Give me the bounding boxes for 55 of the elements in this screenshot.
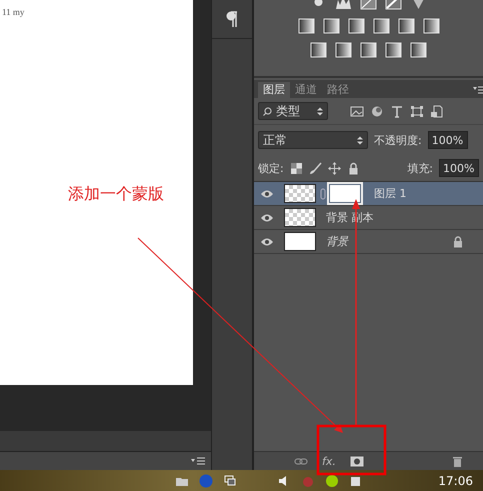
brush-icon[interactable]	[308, 162, 322, 174]
layer-name: 图层 1	[374, 186, 406, 201]
lock-label: 锁定:	[258, 160, 284, 176]
add-mask-icon[interactable]	[350, 456, 364, 466]
panel-tab[interactable]: 图层	[258, 82, 290, 98]
window-icon[interactable]	[223, 474, 237, 488]
eye-icon[interactable]	[260, 212, 274, 222]
blend-mode-dropdown[interactable]: 正常	[258, 131, 368, 149]
layer-thumbnail	[284, 184, 316, 203]
eye-icon[interactable]	[260, 188, 274, 198]
document-filter-icon[interactable]	[430, 104, 444, 118]
layer-row[interactable]: 图层 1	[254, 182, 483, 206]
move-icon[interactable]	[328, 162, 341, 174]
adjustment-icon[interactable]	[410, 42, 427, 58]
adjustment-icon[interactable]	[372, 18, 390, 34]
fx-button[interactable]: fx.	[322, 454, 336, 468]
panel-menu-icon[interactable]	[473, 86, 483, 94]
highlight-rectangle	[316, 424, 386, 476]
opacity-label: 不透明度:	[374, 132, 422, 148]
eye-icon[interactable]	[260, 236, 274, 246]
adjustment-icon[interactable]	[322, 18, 340, 34]
scroll-bar[interactable]	[0, 431, 211, 451]
clock-time: 17:06	[438, 474, 473, 488]
image-filter-icon[interactable]	[350, 104, 364, 118]
annotation-text: 添加一个蒙版	[68, 184, 164, 205]
type-filter-icon[interactable]	[390, 104, 404, 118]
fill-field[interactable]: 100%	[439, 159, 479, 177]
document-text: 11 my	[2, 7, 24, 17]
lock-icon[interactable]	[346, 162, 360, 174]
layer-name: 背景	[326, 234, 348, 249]
trash-icon[interactable]	[452, 455, 463, 467]
circle-tray-icon[interactable]	[325, 474, 339, 488]
adjustment-icon[interactable]	[335, 42, 352, 58]
shape-filter-icon[interactable]	[410, 104, 424, 118]
adjustment-icon[interactable]	[360, 42, 377, 58]
fill-label: 填充:	[407, 160, 433, 176]
adjustment-icon[interactable]	[398, 18, 414, 34]
search-icon	[263, 106, 272, 116]
adjustment-icon[interactable]	[348, 18, 364, 34]
circle-filter-icon[interactable]	[370, 104, 384, 118]
panel-menu-icon[interactable]	[191, 457, 205, 465]
adjustment-icon[interactable]	[422, 18, 440, 34]
checker-lock-icon[interactable]	[290, 162, 303, 174]
link-icon[interactable]	[294, 456, 308, 466]
opacity-field[interactable]: 100%	[428, 131, 468, 149]
adjustment-icon[interactable]	[310, 42, 327, 58]
stepper-icon	[317, 106, 323, 116]
layer-thumbnail	[284, 232, 316, 251]
layer-row[interactable]: 背景	[254, 230, 483, 254]
filter-dropdown[interactable]: 类型	[258, 102, 328, 120]
paragraph-icon[interactable]	[225, 10, 239, 28]
layer-thumbnail	[284, 208, 316, 227]
stepper-icon	[357, 136, 363, 144]
adjustment-icon[interactable]	[298, 18, 314, 34]
adjustment-icon[interactable]	[385, 42, 402, 58]
